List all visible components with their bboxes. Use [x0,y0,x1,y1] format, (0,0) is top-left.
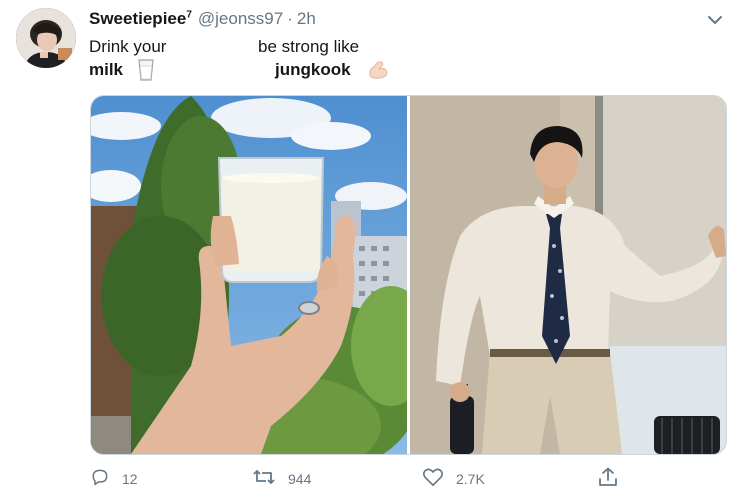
tweet-text-line2-right: jungkook [275,60,351,79]
photo-milk-glass[interactable] [91,96,407,454]
reply-count: 12 [122,470,138,487]
photo-man-flexing[interactable] [410,96,726,454]
tweet-actions: 12 944 2.7K [0,460,743,498]
like-heart-icon [422,467,456,490]
tweet-media[interactable] [90,95,727,455]
reply-icon [90,467,122,490]
avatar[interactable] [16,8,76,68]
tweet-header: Sweetiepiee7 @jeonss97 · 2h [89,9,316,31]
retweet-button[interactable]: 944 [252,467,311,490]
chevron-down-icon[interactable] [706,13,724,27]
share-button[interactable] [598,467,630,490]
tweet-text-line1-right: be strong like [258,37,360,56]
reply-button[interactable]: 12 [90,467,138,490]
retweet-icon [252,467,288,490]
separator-dot: · [287,9,293,28]
display-name[interactable]: Sweetiepiee7 [89,9,192,29]
glass-of-milk-icon [138,59,154,86]
share-icon [598,467,630,490]
flexed-biceps-icon [367,58,389,85]
tweet-text-line1-left: Drink your [89,37,167,56]
name-superscript: 7 [186,9,192,21]
like-button[interactable]: 2.7K [422,467,485,490]
like-count: 2.7K [456,470,485,487]
retweet-count: 944 [288,470,312,487]
tweet-text-line2-left: milk [89,60,124,79]
user-handle[interactable]: @jeonss97 [198,9,283,29]
timestamp[interactable]: 2h [297,9,316,29]
